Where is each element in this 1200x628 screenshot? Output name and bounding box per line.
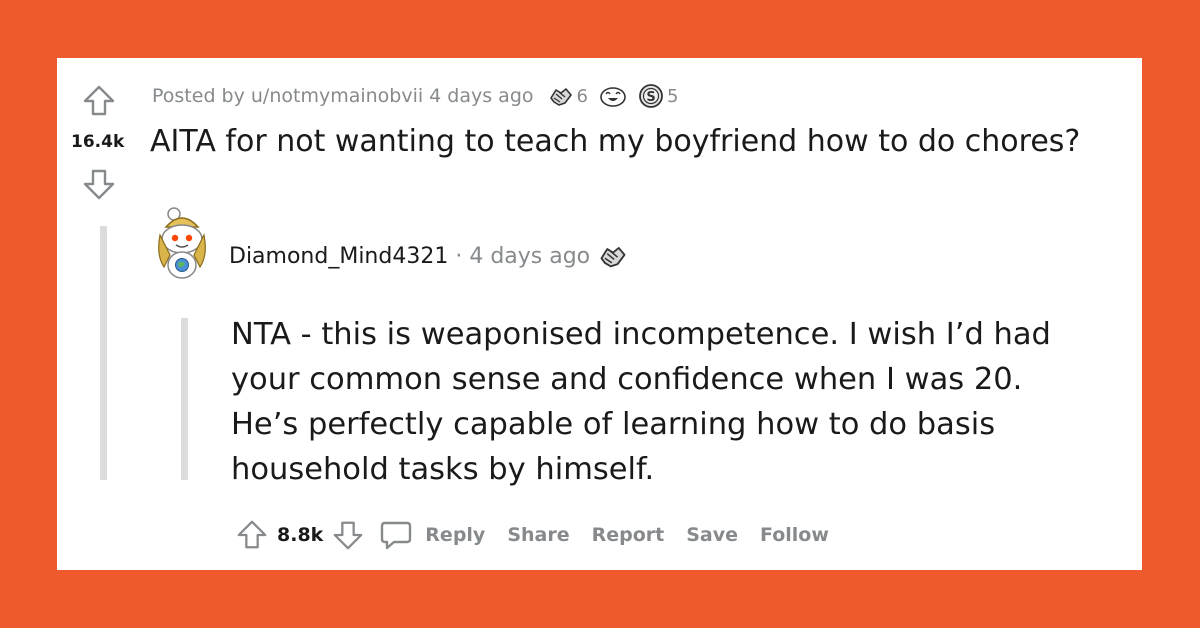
comment-body: NTA - this is weaponised incompetence. I… <box>231 312 1111 492</box>
svg-text:S: S <box>646 90 655 105</box>
comment-actions: 8.8k Reply Share Report Save Follow <box>235 518 851 552</box>
comment-header: Diamond_Mind4321 · 4 days ago <box>229 242 628 270</box>
comment-line: household tasks by himself. <box>231 452 655 487</box>
save-button[interactable]: Save <box>686 524 738 546</box>
thread-line[interactable] <box>100 226 107 480</box>
reply-button[interactable]: Reply <box>425 524 485 546</box>
comment-username[interactable]: Diamond_Mind4321 <box>229 244 448 269</box>
silver-coin-award-icon[interactable]: S <box>638 83 664 109</box>
laughing-face-award-icon[interactable] <box>598 84 628 108</box>
handshake-award-icon[interactable] <box>548 84 574 108</box>
report-button[interactable]: Report <box>592 524 665 546</box>
comment-line: He’s perfectly capable of learning how t… <box>231 407 996 442</box>
comment-thread-line[interactable] <box>181 318 188 480</box>
post-time: 4 days ago <box>429 85 534 107</box>
award-count-3: 5 <box>666 85 679 107</box>
comment-line: your common sense and confidence when I … <box>231 362 1023 397</box>
reply-icon[interactable] <box>379 518 413 552</box>
avatar[interactable] <box>152 205 212 283</box>
comment-score: 8.8k <box>277 524 324 546</box>
post-card: 16.4k Posted by u/notmymainobvii 4 days … <box>57 58 1142 570</box>
post-meta: Posted by u/notmymainobvii 4 days ago 6 … <box>152 83 678 109</box>
handshake-award-icon[interactable] <box>598 242 628 270</box>
comment-line: NTA - this is weaponised incompetence. I… <box>231 317 1051 352</box>
award-count-1: 6 <box>576 85 588 107</box>
post-score: 16.4k <box>71 132 125 152</box>
post-upvote-icon[interactable] <box>81 83 117 119</box>
comment-time: 4 days ago <box>469 243 591 269</box>
post-downvote-icon[interactable] <box>81 166 117 202</box>
separator-dot: · <box>455 243 463 269</box>
posted-by[interactable]: Posted by u/notmymainobvii <box>152 85 423 107</box>
comment-downvote-icon[interactable] <box>331 518 365 552</box>
share-button[interactable]: Share <box>507 524 569 546</box>
follow-button[interactable]: Follow <box>760 524 829 546</box>
post-title[interactable]: AITA for not wanting to teach my boyfrie… <box>150 124 1080 159</box>
comment-upvote-icon[interactable] <box>235 518 269 552</box>
